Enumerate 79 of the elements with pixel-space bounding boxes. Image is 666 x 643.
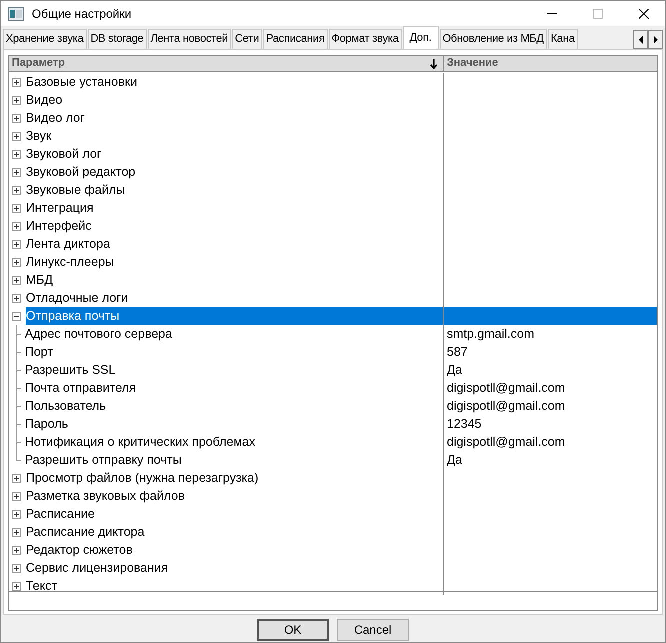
expand-icon[interactable] (12, 276, 21, 284)
column-header[interactable]: Значение (444, 56, 657, 71)
sort-arrow-icon (430, 58, 438, 68)
group-label[interactable]: Расписание (26, 505, 95, 523)
property-value[interactable]: Да (444, 453, 462, 467)
expand-icon[interactable] (12, 132, 21, 140)
group-label[interactable]: Лента диктора (26, 235, 110, 253)
expand-icon[interactable] (12, 204, 21, 212)
property-value[interactable]: digispotll@gmail.com (444, 435, 566, 449)
column-header[interactable]: Параметр (9, 56, 444, 71)
close-icon[interactable] (639, 8, 649, 18)
property-value[interactable]: smtp.gmail.com (444, 327, 535, 341)
tab[interactable]: Формат звука (328, 29, 402, 49)
group-label[interactable]: Просмотр файлов (нужна перезагрузка) (26, 469, 259, 487)
group-label[interactable]: Отправка почты (26, 307, 443, 325)
right-arrow-icon (654, 36, 658, 44)
expand-icon[interactable] (12, 510, 21, 518)
group-label[interactable]: Расписание диктора (26, 523, 145, 541)
property-name: Почта отправителя (25, 380, 136, 397)
tab[interactable]: Лента новостей (148, 29, 232, 49)
group-label[interactable]: Звуковые файлы (26, 181, 126, 199)
tab[interactable]: Обновление из МБД (440, 29, 547, 49)
group-label[interactable]: Редактор сюжетов (26, 541, 133, 559)
group-label[interactable]: Видео лог (26, 109, 85, 127)
dialog-button[interactable]: Cancel (337, 619, 409, 641)
tab[interactable]: Сети (232, 29, 262, 49)
expand-icon[interactable] (12, 240, 21, 248)
scroll-right-button[interactable] (648, 30, 663, 49)
property-name: Разрешить отправку почты (25, 452, 182, 469)
group-label[interactable]: Разметка звуковых файлов (26, 487, 185, 505)
property-name: Нотификация о критических проблемах (25, 434, 256, 451)
group-label[interactable]: Сервис лицензирования (26, 559, 168, 577)
tab[interactable]: DB storage (88, 29, 147, 49)
expand-icon[interactable] (12, 258, 21, 266)
expand-icon[interactable] (12, 150, 21, 158)
property-name: Адрес почтового сервера (25, 326, 172, 343)
group-label[interactable]: Интерфейс (26, 217, 92, 235)
property-value[interactable]: 12345 (444, 417, 482, 431)
expand-icon[interactable] (12, 294, 21, 302)
group-label[interactable]: Текст (26, 577, 58, 595)
group-label[interactable]: Базовые установки (26, 73, 138, 91)
group-label[interactable]: МБД (26, 271, 54, 289)
property-value[interactable]: digispotll@gmail.com (444, 381, 566, 395)
group-label[interactable]: Отладочные логи (26, 289, 128, 307)
expand-icon[interactable] (12, 474, 21, 482)
tab[interactable]: Хранение звука (3, 29, 87, 49)
expand-icon[interactable] (12, 582, 21, 590)
tab[interactable]: Кана (548, 29, 578, 49)
window-title: Общие настройки (32, 6, 132, 20)
collapse-icon[interactable] (12, 312, 21, 320)
property-name: Пользователь (25, 398, 106, 415)
group-label[interactable]: Звуковой редактор (26, 163, 136, 181)
expand-icon[interactable] (12, 222, 21, 230)
tab[interactable]: Расписания (263, 29, 328, 49)
property-name: Разрешить SSL (25, 362, 116, 379)
property-value[interactable]: Да (444, 363, 462, 377)
property-value[interactable]: 587 (444, 345, 468, 359)
dialog-button[interactable]: OK (257, 619, 329, 641)
expand-icon[interactable] (12, 492, 21, 500)
app-icon (8, 6, 24, 20)
expand-icon[interactable] (12, 186, 21, 194)
property-value[interactable]: digispotll@gmail.com (444, 399, 566, 413)
expand-icon[interactable] (12, 168, 21, 176)
expand-icon[interactable] (12, 528, 21, 536)
expand-icon[interactable] (12, 564, 21, 572)
group-label[interactable]: Звук (26, 127, 52, 145)
group-label[interactable]: Линукс-плееры (26, 253, 114, 271)
scroll-left-button[interactable] (633, 30, 648, 49)
left-arrow-icon (638, 36, 642, 44)
expand-icon[interactable] (12, 546, 21, 554)
expand-icon[interactable] (12, 78, 21, 86)
property-name: Пароль (25, 416, 68, 433)
group-label[interactable]: Интеграция (26, 199, 94, 217)
expand-icon[interactable] (12, 114, 21, 122)
group-label[interactable]: Звуковой лог (26, 145, 102, 163)
tab[interactable]: Доп. (402, 26, 439, 49)
expand-icon[interactable] (12, 96, 21, 104)
group-label[interactable]: Видео (26, 91, 63, 109)
property-name: Порт (25, 344, 54, 361)
